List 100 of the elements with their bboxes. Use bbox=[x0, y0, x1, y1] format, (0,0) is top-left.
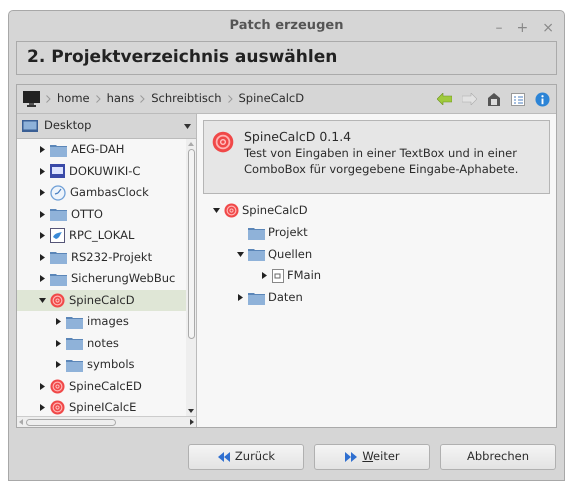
folder-icon bbox=[50, 250, 67, 264]
folder-name: OTTO bbox=[71, 206, 103, 223]
project-description: Test von Eingaben in einer TextBox und in einer ComboBox für vorgegebene Eingabe-Aphabete. bbox=[244, 145, 520, 177]
target-icon bbox=[50, 378, 65, 394]
folder-tree-row[interactable]: SpineICalcE bbox=[17, 397, 186, 416]
folder-icon bbox=[66, 336, 83, 350]
vertical-scrollbar[interactable] bbox=[186, 139, 196, 416]
folder-icon bbox=[248, 290, 265, 305]
folder-name: AEG-DAH bbox=[71, 141, 124, 158]
info-icon[interactable] bbox=[535, 92, 550, 106]
folder-name: symbols bbox=[87, 356, 135, 374]
collapsed-arrow-icon[interactable] bbox=[39, 210, 46, 218]
scroll-right-icon[interactable] bbox=[190, 419, 194, 425]
folder-name: images bbox=[87, 313, 129, 330]
folder-name: SicherungWebBuc bbox=[71, 270, 176, 288]
collapsed-arrow-icon[interactable] bbox=[55, 361, 62, 368]
target-icon bbox=[212, 131, 234, 153]
chevron-icon bbox=[46, 95, 51, 103]
folder-tree-row[interactable]: GambasClock bbox=[17, 182, 186, 204]
collapsed-arrow-icon[interactable] bbox=[55, 318, 62, 326]
target-icon bbox=[224, 203, 239, 218]
dropdown-arrow-icon bbox=[184, 124, 191, 128]
monitor-icon[interactable] bbox=[23, 91, 40, 107]
project-item-name: Quellen bbox=[268, 246, 312, 263]
collapsed-arrow-icon[interactable] bbox=[39, 189, 46, 196]
folder-icon bbox=[248, 247, 265, 262]
path-crumb[interactable]: Schreibtisch bbox=[151, 90, 222, 108]
folder-tree-row[interactable]: OTTO bbox=[17, 204, 186, 225]
folder-icon bbox=[248, 226, 265, 240]
path-crumb[interactable]: hans bbox=[106, 90, 134, 108]
expanded-arrow-icon[interactable] bbox=[213, 207, 220, 214]
back-arrow-icon[interactable] bbox=[437, 93, 452, 105]
folder-tree-row[interactable]: AEG-DAH bbox=[17, 139, 186, 160]
folder-tree-row[interactable]: images bbox=[17, 311, 186, 332]
window-icon bbox=[50, 164, 65, 178]
collapsed-arrow-icon[interactable] bbox=[39, 275, 46, 282]
folder-icon bbox=[50, 207, 67, 222]
fast-forward-icon bbox=[344, 452, 358, 462]
collapsed-arrow-icon[interactable] bbox=[39, 254, 46, 261]
folder-tree-row[interactable]: RS232-Projekt bbox=[17, 246, 186, 268]
collapsed-arrow-icon[interactable] bbox=[39, 168, 46, 175]
folder-icon bbox=[50, 272, 67, 286]
path-crumb[interactable]: home bbox=[57, 90, 90, 108]
expanded-arrow-icon[interactable] bbox=[39, 296, 46, 304]
folder-name: RS232-Projekt bbox=[71, 248, 152, 266]
folder-tree-row[interactable]: SpineCalcED bbox=[17, 376, 186, 397]
bird-icon bbox=[50, 228, 65, 244]
project-title: SpineCalcD 0.1.4 bbox=[244, 129, 352, 145]
home-icon[interactable] bbox=[487, 92, 501, 106]
target-icon bbox=[50, 400, 65, 416]
window-title: Patch erzeugen bbox=[230, 17, 344, 36]
form-icon bbox=[272, 268, 284, 283]
folder-name: RPC_LOKAL bbox=[69, 227, 134, 244]
folder-icon bbox=[66, 314, 83, 329]
wizard-button[interactable]: Abbrechen bbox=[440, 444, 556, 470]
collapsed-arrow-icon[interactable] bbox=[39, 404, 46, 412]
horizontal-scrollbar[interactable] bbox=[17, 416, 196, 427]
folder-name: SpineCalcED bbox=[69, 378, 142, 395]
project-tree-row[interactable]: Quellen bbox=[203, 243, 550, 266]
collapsed-arrow-icon[interactable] bbox=[261, 272, 268, 280]
folder-icon bbox=[50, 142, 67, 157]
wizard-button[interactable]: Weiter bbox=[314, 444, 430, 470]
location-dropdown[interactable]: Desktop bbox=[17, 114, 196, 138]
project-tree-row[interactable]: Daten bbox=[203, 286, 550, 308]
project-item-name: Daten bbox=[268, 288, 303, 306]
collapsed-arrow-icon[interactable] bbox=[237, 294, 244, 302]
folder-tree-row[interactable]: notes bbox=[17, 332, 186, 354]
collapsed-arrow-icon[interactable] bbox=[39, 382, 46, 390]
chevron-icon bbox=[228, 95, 232, 103]
folder-tree-row[interactable]: SicherungWebBuc bbox=[17, 268, 186, 290]
collapsed-arrow-icon[interactable] bbox=[39, 232, 46, 240]
project-item-name: Projekt bbox=[268, 224, 308, 241]
project-item-name: SpineCalcD bbox=[242, 202, 308, 220]
folder-tree-row[interactable]: DOKUWIKI-C bbox=[17, 160, 186, 182]
folder-name: GambasClock bbox=[70, 184, 149, 202]
path-crumb[interactable]: SpineCalcD bbox=[238, 90, 304, 108]
clock-icon bbox=[50, 184, 66, 201]
folder-name: SpineICalcE bbox=[69, 399, 136, 416]
folder-name: DOKUWIKI-C bbox=[69, 162, 140, 180]
project-tree-row[interactable]: SpineCalcD bbox=[203, 200, 550, 222]
folder-name: SpineCalcD bbox=[69, 292, 135, 309]
desktop-icon bbox=[22, 120, 38, 132]
collapsed-arrow-icon[interactable] bbox=[39, 146, 46, 154]
chevron-icon bbox=[96, 95, 101, 103]
folder-name: notes bbox=[87, 334, 119, 352]
collapsed-arrow-icon[interactable] bbox=[55, 340, 62, 347]
target-icon bbox=[50, 292, 65, 308]
folder-tree-row[interactable]: symbols bbox=[17, 354, 186, 376]
project-tree-row[interactable]: FMain bbox=[203, 265, 550, 287]
folder-tree-row[interactable]: RPC_LOKAL bbox=[17, 225, 186, 246]
expanded-arrow-icon[interactable] bbox=[237, 250, 244, 258]
wizard-button[interactable]: Zurück bbox=[188, 444, 304, 470]
list-view-icon[interactable] bbox=[511, 92, 525, 106]
scroll-down-icon[interactable] bbox=[188, 409, 194, 413]
rewind-icon bbox=[216, 452, 231, 462]
folder-icon bbox=[66, 358, 83, 372]
folder-tree-row[interactable]: SpineCalcD bbox=[17, 290, 186, 311]
step-heading: 2. Projektverzeichnis auswählen bbox=[27, 46, 338, 70]
project-item-name: FMain bbox=[287, 267, 322, 284]
project-tree-row[interactable]: Projekt bbox=[203, 222, 550, 244]
